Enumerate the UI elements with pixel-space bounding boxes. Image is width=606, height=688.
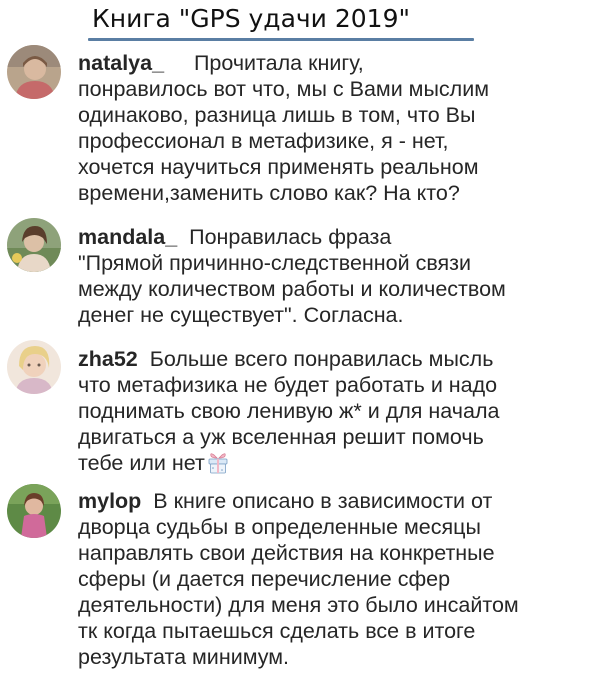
comment-line: тебе или нет xyxy=(78,451,205,475)
comment-line: одинаково, разница лишь в том, что Вы xyxy=(78,103,476,127)
comment-line: направлять свои действия на конкретные xyxy=(78,541,495,565)
comment-text: mandala_ Понравилась фраза "Прямой причи… xyxy=(78,224,598,328)
comment-line: поднимать свою ленивую ж* и для начала xyxy=(78,399,500,423)
comment-line: сферы (и дается перечисление сфер xyxy=(78,567,451,591)
comment-line: понравилось вот что, мы с Вами мыслим xyxy=(78,77,489,101)
comment-line: дворца судьбы в определенные месяцы xyxy=(78,515,481,539)
comment-line: что метафизика не будет работать и надо xyxy=(78,373,498,397)
comment-text: zha52 Больше всего понравилась мысль что… xyxy=(78,346,598,476)
comment-line: Больше всего понравилась мысль xyxy=(149,347,494,371)
comment-line: хочется научиться применять реальном xyxy=(78,155,479,179)
avatar[interactable] xyxy=(7,45,61,99)
avatar[interactable] xyxy=(7,484,61,538)
comment-line: Понравилась фраза xyxy=(189,225,392,249)
comment-line: денег не существует". Согласна. xyxy=(78,303,404,327)
comment-line: времени,заменить слово как? На кто? xyxy=(78,181,460,205)
comment-line: "Прямой причинно-следственной связи xyxy=(78,251,472,275)
comment-text: mylop В книге описано в зависимости от д… xyxy=(78,488,598,670)
comment-text: natalya_ Прочитала книгу, понравилось во… xyxy=(78,50,598,206)
title-underline xyxy=(88,38,474,41)
comment-line: профессионал в метафизике, я - нет, xyxy=(78,129,449,153)
comment-line: тк когда пытаешься сделать все в итоге xyxy=(78,619,476,643)
comment-line: деятельности) для меня это было инсайтом xyxy=(78,593,519,617)
comment-username[interactable]: mylop xyxy=(78,489,141,513)
comment-line: Прочитала книгу, xyxy=(193,51,364,75)
comment-line: двигаться а уж вселенная решит помочь xyxy=(78,425,484,449)
gift-emoji-icon xyxy=(206,451,230,475)
comment-username[interactable]: natalya_ xyxy=(78,51,164,75)
comment-line: между количеством работы и количеством xyxy=(78,277,506,301)
avatar[interactable] xyxy=(7,218,61,272)
comment-username[interactable]: mandala_ xyxy=(78,225,177,249)
avatar[interactable] xyxy=(7,340,61,394)
comment-username[interactable]: zha52 xyxy=(78,347,138,371)
comment-line: результата минимум. xyxy=(78,645,289,669)
comment-line: В книге описано в зависимости от xyxy=(153,489,493,513)
page-title: Книга "GPS удачи 2019" xyxy=(92,4,410,33)
